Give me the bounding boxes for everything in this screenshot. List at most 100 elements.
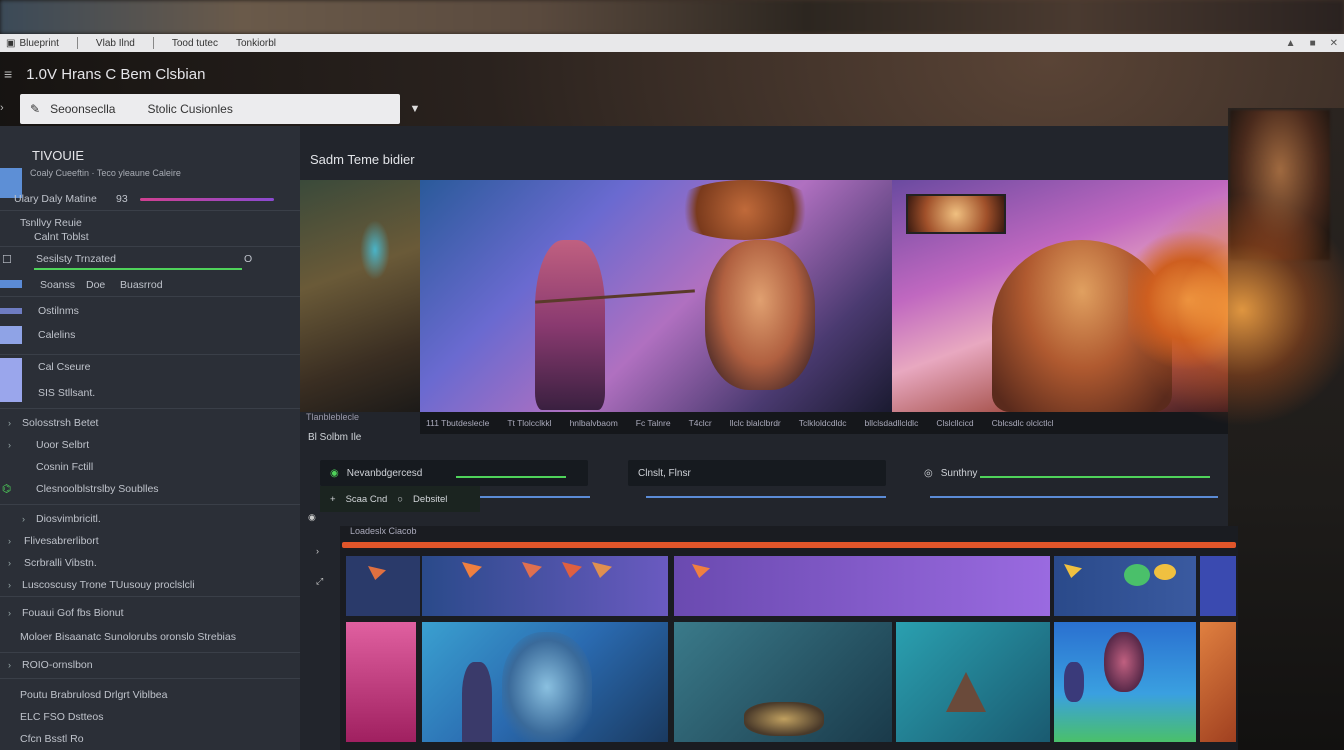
- tab-4[interactable]: Tonkiorbl: [236, 38, 276, 49]
- sidebar-item[interactable]: SIS Stllsant.: [0, 382, 300, 404]
- clip-shape: [562, 562, 582, 578]
- clip-shape: [462, 562, 482, 578]
- circle-icon: ○: [397, 493, 404, 505]
- sidebar-item[interactable]: Moloer Bisaanatc Sunolorubs oronslo Stre…: [0, 626, 300, 648]
- timecode: llclc blalclbrdr: [729, 418, 781, 428]
- timeline-clip[interactable]: [1200, 556, 1236, 616]
- sidebar-item[interactable]: Ostilnms: [0, 300, 300, 322]
- clip-shape: [502, 632, 592, 742]
- blurred-background-top: [0, 0, 1344, 34]
- sidebar-item[interactable]: › Solosstrsh Betet: [0, 412, 300, 434]
- tab-2[interactable]: Vlab Ilnd: [96, 38, 135, 49]
- sidebar-item[interactable]: ⌬ Clesnoolblstrslby Soublles: [0, 478, 300, 500]
- sidebar-item[interactable]: › Diosvimbricitl.: [0, 508, 300, 530]
- sidebar-item[interactable]: ELC FSO Dstteos: [0, 706, 300, 728]
- record-icon: ◉: [330, 467, 339, 479]
- frame-inset: [906, 194, 1006, 234]
- timecode: 111 Tbutdeslecle: [426, 418, 490, 428]
- timeline-clip[interactable]: [346, 622, 416, 742]
- hamburger-menu-icon[interactable]: ≡: [4, 66, 12, 82]
- close-icon[interactable]: ✕: [1330, 38, 1338, 49]
- blue-progress: [480, 496, 590, 498]
- timeline-clip[interactable]: [422, 556, 668, 616]
- sidebar-item[interactable]: Cal Cseure: [0, 356, 300, 378]
- sidebar-item[interactable]: Poutu Brabrulosd Drlgrt Viblbea: [0, 684, 300, 706]
- sidebar-item[interactable]: Soanss Doe Buasrrod: [0, 274, 300, 296]
- sidebar-item[interactable]: Cfcn Bsstl Ro: [0, 728, 300, 750]
- green-progress: [456, 476, 566, 478]
- green-progress: [980, 476, 1210, 478]
- frame-face: [705, 240, 815, 390]
- timeline-clip[interactable]: [896, 622, 1050, 742]
- chevron-right-icon: ›: [8, 440, 11, 450]
- browser-tabbar: ▣ Blueprint Vlab Ilnd Tood tutec Tonkiorb…: [0, 34, 1344, 52]
- timeline-clip[interactable]: [1200, 622, 1236, 742]
- track-clip-c[interactable]: Clnslt, Flnsr: [628, 460, 886, 486]
- track-label: Bl Solbm Ile: [308, 432, 362, 443]
- tab-1[interactable]: ▣ Blueprint: [6, 38, 59, 49]
- expand-icon[interactable]: ⤢: [316, 576, 323, 587]
- extension-icon[interactable]: ■: [1310, 38, 1316, 49]
- tab-3[interactable]: Tood tutec: [172, 38, 218, 49]
- camera-icon[interactable]: ◉: [308, 512, 316, 523]
- viewer-main-frame[interactable]: [420, 180, 892, 412]
- blue-progress: [646, 496, 886, 498]
- clip-shape: [1124, 564, 1150, 586]
- play-icon[interactable]: ›: [316, 546, 319, 556]
- sidebar-item[interactable]: › Fouaui Gof fbs Bionut: [0, 602, 300, 624]
- clip-shape: [522, 562, 542, 578]
- divider: [0, 296, 300, 297]
- sidebar-item[interactable]: › Flivesabrerlibort: [0, 530, 300, 552]
- timeline-clip[interactable]: [674, 556, 1050, 616]
- clip-shape: [368, 566, 386, 580]
- timeline-clip[interactable]: [674, 622, 892, 742]
- track-clip-b[interactable]: + Scaa Cnd ○ Debsitel: [320, 486, 480, 512]
- sidebar-item[interactable]: › Scrbralli Vibstn.: [0, 552, 300, 574]
- window-controls: ▲ ■ ✕: [1286, 38, 1338, 49]
- timecode-strip: 111 Tbutdeslecle Tt Tlolcclkkl hnlbalvba…: [420, 412, 1228, 434]
- timeline-header: Loadeslx Ciacob: [350, 526, 417, 536]
- track-clip-a[interactable]: ◉ Nevanbdgercesd: [320, 460, 588, 486]
- timeline-clip[interactable]: [1054, 556, 1196, 616]
- divider: [0, 246, 300, 247]
- divider: [0, 504, 300, 505]
- chevron-right-icon: ›: [8, 536, 11, 546]
- bookmark-icon[interactable]: ▲: [1286, 38, 1296, 49]
- blue-swatch: [0, 280, 22, 288]
- sidebar-item[interactable]: Cosnin Fctill: [0, 456, 300, 478]
- home-icon: ▣: [6, 37, 16, 49]
- sidebar-item[interactable]: Calelins: [0, 324, 300, 346]
- toolbar: › ✎ Seoonseclla Stolic Cusionles ▼: [0, 94, 430, 124]
- divider: [0, 354, 300, 355]
- tab-separator: [76, 37, 78, 49]
- blue-swatch: [0, 308, 22, 314]
- timeline-clip[interactable]: [346, 556, 420, 616]
- sidebar-title: TIVOUIE: [32, 148, 85, 163]
- timeline-clip[interactable]: [422, 622, 668, 742]
- sidebar: TIVOUIE Coaly Cueeftin · Teco yleaune Ca…: [0, 126, 300, 750]
- clip-shape: [1104, 632, 1144, 692]
- timecode: Tt Tlolcclkkl: [507, 418, 552, 428]
- sidebar-item[interactable]: › ROIO-ornslbon: [0, 654, 300, 676]
- clip-shape: [462, 662, 492, 742]
- clip-shape: [692, 564, 710, 578]
- playhead-bar[interactable]: [342, 542, 1236, 548]
- viewer-caption: Tlanbleblecle: [306, 412, 360, 422]
- chevron-right-icon: ›: [22, 514, 25, 524]
- frame-glow: [360, 220, 390, 280]
- sidebar-item[interactable]: › Uoor Selbrt: [0, 434, 300, 456]
- search-input[interactable]: ✎ Seoonseclla Stolic Cusionles: [20, 94, 400, 124]
- sidebar-item[interactable]: ☐ Sesilsty Trnzated O: [0, 248, 300, 270]
- sidebar-item[interactable]: Calnt Toblst: [0, 226, 300, 248]
- toolbar-arrow-icon[interactable]: ›: [0, 102, 4, 114]
- search-value: Seoonseclla: [50, 102, 116, 116]
- chevron-down-icon[interactable]: ▼: [404, 98, 426, 120]
- track-clip-c-label: Clnslt, Flnsr: [638, 467, 691, 479]
- viewer-left-frame[interactable]: [300, 180, 420, 412]
- sidebar-item[interactable]: › Luscoscusy Trone TUusouy proclslcli: [0, 574, 300, 596]
- pen-icon: ✎: [30, 102, 41, 116]
- timeline-clip[interactable]: [1054, 622, 1196, 742]
- blue-swatch: [0, 326, 22, 344]
- tag-icon: ⌬: [2, 483, 12, 495]
- track-clip-d[interactable]: ◎ Sunthny: [914, 460, 1228, 486]
